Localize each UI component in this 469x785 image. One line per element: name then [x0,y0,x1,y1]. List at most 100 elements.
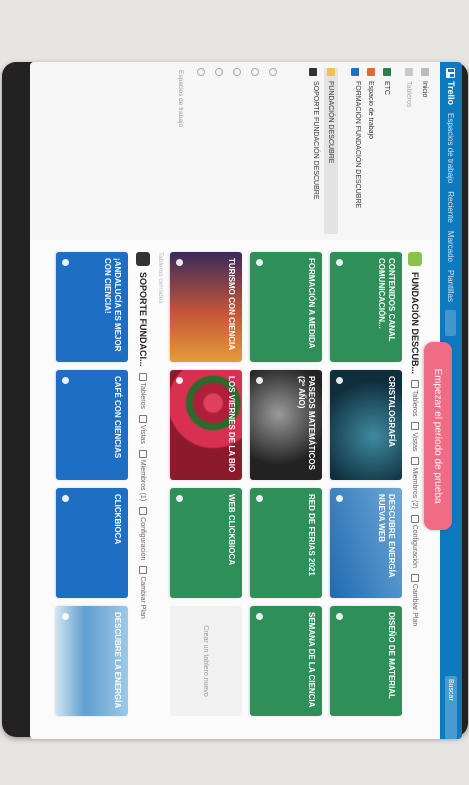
board-title: CLICKBIOCA [113,494,122,545]
star-icon[interactable] [62,495,69,502]
star-icon[interactable] [336,495,343,502]
tab-boards[interactable]: Tableros [411,380,419,416]
members-icon [139,449,147,458]
board-card[interactable]: FORMACIÓN A MEDIDA [250,252,322,362]
star-icon[interactable] [336,613,343,620]
list-icon [233,68,241,76]
sidebar-item-formacion[interactable]: FORMACIÓN FUNDACIÓN DESCUBRE [340,68,362,234]
sidebar-item-soporte[interactable]: SOPORTE FUNDACIÓN DESCUBRE [298,68,320,234]
nav-starred[interactable]: Marcado [447,231,456,262]
star-icon[interactable] [62,259,69,266]
sidebar-item-label: FUNDACIÓN DESCUBRE [327,81,335,164]
sidebar-item-home[interactable]: Inicio [418,68,432,234]
tab-label: Configuración [139,517,147,561]
app-name: Trello [446,81,456,106]
workspace-title: SOPORTE FUNDACI... [138,272,148,367]
trello-logo-icon [446,68,456,78]
create-board-button[interactable]: Crear un tablero nuevo [170,606,242,716]
board-card[interactable]: DESCUBRE LA ENERGÍA [56,606,128,716]
board-card[interactable]: CAFÉ CON CIENCIAS [56,370,128,480]
tab-views[interactable]: Vistas [411,422,419,451]
workspace-icon [351,68,359,76]
tab-members[interactable]: Miembros (1) [139,449,147,502]
workspace-title: FUNDACIÓN DESCUB... [410,272,420,375]
star-icon[interactable] [336,377,343,384]
tab-members[interactable]: Miembros (2) [411,457,419,509]
board-card[interactable]: DESCUBRE ENERGÍA NUEVA WEB [330,488,402,598]
sidebar-faint-label: Espacios de trabajo [177,70,184,128]
trello-logo[interactable]: Trello [446,68,456,105]
star-icon[interactable] [256,495,263,502]
board-card[interactable]: Diseño de material [330,606,402,716]
star-icon[interactable] [176,495,183,502]
workspace-icon [136,252,150,266]
board-card[interactable]: SEMANA DE LA CIENCIA [250,606,322,716]
tab-label: Cambiar Plan [139,576,147,619]
star-icon[interactable] [176,259,183,266]
board-title: CAFÉ CON CIENCIAS [113,376,122,459]
tab-label: Miembros (1) [139,459,147,502]
trello-app: Trello Espacios de trabajo Reciente Marc… [30,62,462,739]
board-title: SEMANA DE LA CIENCIA [307,612,316,708]
closed-boards-note[interactable]: Tableros cerrados [157,252,164,304]
board-card[interactable]: CRISTALOGRAFÍA [330,370,402,480]
board-card[interactable]: CLICKBIOCA [56,488,128,598]
star-icon[interactable] [256,377,263,384]
board-title: WEB CLICKBIOCA [227,494,236,566]
tab-change-plan[interactable]: Cambiar Plan [139,566,147,619]
tab-label: Vistas [411,432,419,452]
tab-label: Vistas [139,424,147,444]
tab-settings[interactable]: Configuración [139,507,147,560]
star-icon[interactable] [62,377,69,384]
board-title: DESCUBRE ENERGÍA NUEVA WEB [377,494,396,578]
sidebar-subitem[interactable] [212,68,226,234]
sidebar: Inicio Tableros ETC Espacio de trabajo F… [30,62,440,241]
sidebar-item-label: Espacio de trabajo [367,81,375,139]
board-card[interactable]: PASEOS MATEMÁTICOS (2º AÑO) [250,370,322,480]
sidebar-item-etc[interactable]: ETC [380,68,394,234]
board-title: PASEOS MATEMÁTICOS (2º AÑO) [297,376,316,470]
list-icon [269,68,277,76]
search-input[interactable]: Buscar [445,676,457,739]
board-card[interactable]: RED DE FERIAS 2021 [250,488,322,598]
tab-boards[interactable]: Tableros [139,372,147,409]
sidebar-item-boards[interactable]: Tableros [402,68,416,234]
plan-icon [139,566,147,575]
sidebar-subitem[interactable] [266,68,280,234]
tab-change-plan[interactable]: Cambiar Plan [411,573,419,626]
workspace-header-fundacion: FUNDACIÓN DESCUB... Tableros Vistas Miem… [408,252,422,626]
nav-recent[interactable]: Reciente [447,191,456,223]
gear-icon [411,514,419,523]
start-trial-button[interactable]: Empezar el período de prueba [424,342,452,530]
sidebar-item-label: SOPORTE FUNDACIÓN DESCUBRE [312,81,319,200]
sidebar-item-fundacion[interactable]: FUNDACIÓN DESCUBRE [324,68,338,234]
views-icon [139,414,147,423]
board-card[interactable]: WEB CLICKBIOCA [170,488,242,598]
board-card[interactable]: TURISMO CON CIENCIA [170,252,242,362]
board-card[interactable]: LOS VIERNES DE LA BIO [170,370,242,480]
star-icon[interactable] [62,613,69,620]
tab-settings[interactable]: Configuración [411,514,419,568]
tab-views[interactable]: Vistas [139,414,147,444]
board-title: ¡ANDALUCÍA ES MEJOR CON CIENCIA! [103,258,122,352]
tablet-screen: Trello Espacios de trabajo Reciente Marc… [30,62,462,739]
star-icon[interactable] [256,259,263,266]
star-icon[interactable] [256,613,263,620]
sidebar-item-label: FORMACIÓN FUNDACIÓN DESCUBRE [354,81,361,209]
sidebar-item-espacio[interactable]: Espacio de trabajo [364,68,378,234]
sidebar-subitem[interactable] [230,68,244,234]
sidebar-subitem[interactable] [248,68,262,234]
workspace-icon [367,68,375,76]
tab-label: Configuración [411,524,419,568]
star-icon[interactable] [336,259,343,266]
nav-workspaces[interactable]: Espacios de trabajo [447,113,456,183]
sidebar-subitem[interactable] [194,68,208,234]
sidebar-item-label: ETC [383,81,391,95]
boards-icon [411,380,419,389]
create-button[interactable] [445,310,457,336]
board-title: CONTENIDOS CANAL COMUNICACIÓN... [377,258,396,342]
board-card[interactable]: ¡ANDALUCÍA ES MEJOR CON CIENCIA! [56,252,128,362]
star-icon[interactable] [176,377,183,384]
board-card[interactable]: CONTENIDOS CANAL COMUNICACIÓN... [330,252,402,362]
nav-templates[interactable]: Plantillas [447,270,456,302]
